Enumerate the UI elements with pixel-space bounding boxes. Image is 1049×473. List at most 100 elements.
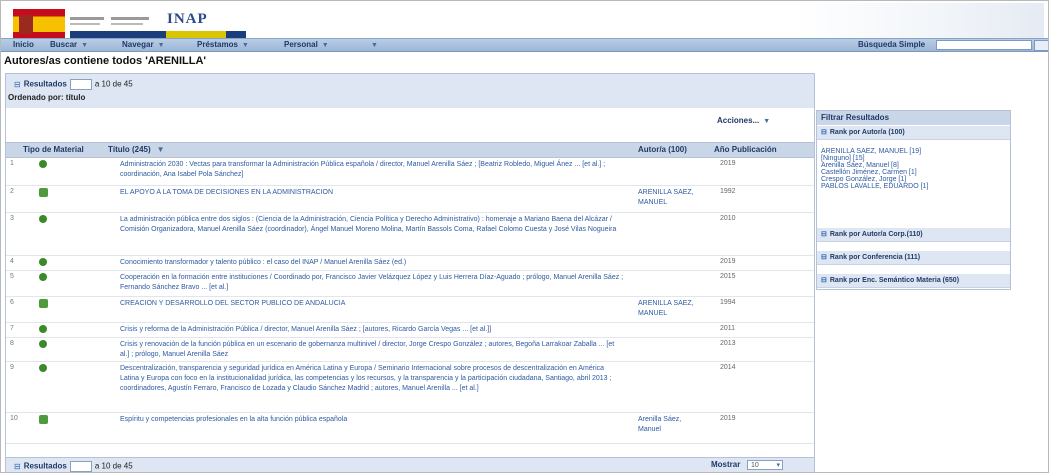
nav-label: Préstamos — [197, 40, 238, 49]
filter-section-corporate-author[interactable]: ⊟ Rank por Autor/a Corp.(110) — [817, 228, 1010, 242]
actions-menu[interactable]: Acciones... ▼ — [717, 115, 770, 125]
nav-item-more[interactable]: ▼ — [367, 39, 378, 51]
column-material[interactable]: Tipo de Material — [23, 143, 84, 157]
table-row[interactable]: 9 Descentralización, transparencia y seg… — [6, 362, 814, 413]
column-title[interactable]: Título (245) ▼ — [108, 143, 165, 157]
spain-flag-icon — [13, 9, 65, 40]
record-year: 2010 — [720, 215, 736, 222]
record-year: 2019 — [720, 160, 736, 167]
filter-section-label: Rank por Conferencia (111) — [829, 254, 921, 261]
record-title-link[interactable]: Espíritu y competencias profesionales en… — [120, 415, 625, 425]
table-row[interactable]: 2 EL APOYO A LA TOMA DE DECISIONES EN LA… — [6, 186, 814, 213]
expand-icon: ⊟ — [821, 254, 827, 261]
page-number-input[interactable] — [69, 461, 92, 472]
book-icon — [39, 364, 47, 372]
chevron-down-icon: ▾ — [776, 462, 780, 469]
nav-label: Buscar — [50, 40, 78, 49]
results-label: Resultados — [23, 79, 67, 89]
search-input[interactable] — [936, 40, 1032, 50]
table-row[interactable]: 7 Crisis y reforma de la Administración … — [6, 323, 814, 338]
facet-link[interactable]: ARENILLA SAEZ, MANUEL [19] — [821, 148, 1006, 155]
show-label: Mostrar — [711, 460, 741, 469]
facet-link[interactable]: Arenilla Sáez, Manuel [8] — [821, 162, 1006, 169]
record-title-link[interactable]: Administración 2030 : Vectas para transf… — [120, 160, 625, 180]
facet-link[interactable]: [Ninguno] [15] — [821, 155, 1006, 162]
row-number: 4 — [10, 258, 14, 265]
chevron-down-icon: ▼ — [157, 42, 165, 49]
record-title-link[interactable]: La administración pública entre dos sigl… — [120, 215, 625, 235]
record-title-link[interactable]: CREACION Y DESARROLLO DEL SECTOR PUBLICO… — [120, 299, 625, 309]
row-number: 5 — [10, 273, 14, 280]
page-number-input[interactable] — [69, 79, 92, 90]
record-title-link[interactable]: Conocimiento transformador y talento púb… — [120, 258, 625, 268]
filter-section-conference[interactable]: ⊟ Rank por Conferencia (111) — [817, 251, 1010, 265]
column-author[interactable]: Autor/a (100) — [638, 143, 687, 157]
window-frame: INAP Inicio Buscar ▼ Navegar ▼ Préstamos ▼ … — [0, 0, 1049, 473]
book-icon — [39, 215, 47, 223]
book-icon — [39, 160, 47, 168]
page-size-value: 10 — [751, 462, 759, 469]
main-nav: Inicio Buscar ▼ Navegar ▼ Préstamos ▼ Perso… — [1, 38, 1048, 52]
column-year[interactable]: Año Publicación — [714, 143, 777, 157]
table-row[interactable]: 3 La administración pública entre dos si… — [6, 213, 814, 256]
book-icon — [39, 273, 47, 281]
facet-link[interactable]: Castellón Jiménez, Carmen [1] — [821, 169, 1006, 176]
nav-item-navegar[interactable]: Navegar ▼ — [122, 39, 165, 51]
header-decoration — [794, 3, 1044, 41]
table-row[interactable]: 4 Conocimiento transformador y talento p… — [6, 256, 814, 271]
filter-panel: Filtrar Resultados ⊟ Rank por Autor/a (10… — [816, 110, 1011, 290]
nav-label: Navegar — [122, 40, 154, 49]
record-year: 2013 — [720, 340, 736, 347]
record-author[interactable]: Arenilla Sáez, Manuel — [638, 415, 700, 435]
printed-icon — [39, 299, 48, 308]
record-author[interactable]: ARENILLA SAEZ, MANUEL — [638, 188, 700, 208]
sort-order-label: Ordenado por: título — [8, 93, 86, 102]
row-number: 8 — [10, 340, 14, 347]
record-title-link[interactable]: Crisis y renovación de la función públic… — [120, 340, 625, 360]
nav-item-buscar[interactable]: Buscar ▼ — [50, 39, 88, 51]
collapse-icon: ⊟ — [821, 129, 827, 136]
table-row[interactable]: 1 Administración 2030 : Vectas para tran… — [6, 158, 814, 186]
filter-section-author[interactable]: ⊟ Rank por Autor/a (100) — [817, 126, 1010, 140]
record-title-link[interactable]: EL APOYO A LA TOMA DE DECISIONES EN LA A… — [120, 188, 625, 198]
record-year: 2019 — [720, 258, 736, 265]
nav-item-personal[interactable]: Personal ▼ — [284, 39, 329, 51]
actions-button[interactable]: Acciones... — [717, 116, 759, 125]
book-icon — [39, 325, 47, 333]
collapse-icon[interactable]: ⊟ — [14, 462, 21, 471]
record-title-link[interactable]: Cooperación en la formación entre instit… — [120, 273, 625, 293]
ministry-text-decoration — [70, 17, 104, 20]
page-size-select[interactable]: 10 ▾ — [747, 460, 783, 470]
filter-section-subject[interactable]: ⊟ Rank por Enc. Semántico Materia (650) — [817, 274, 1010, 288]
results-panel: ⊟ Resultados a 10 de 45 Ordenado por: títu… — [5, 73, 815, 472]
institution-logo[interactable]: INAP — [13, 9, 246, 40]
search-button[interactable] — [1034, 40, 1048, 51]
record-year: 1994 — [720, 299, 736, 306]
nav-item-inicio[interactable]: Inicio — [13, 39, 34, 51]
table-row[interactable]: 5 Cooperación en la formación entre inst… — [6, 271, 814, 297]
row-number: 6 — [10, 299, 14, 306]
nav-label: Personal — [284, 40, 318, 49]
facet-link[interactable]: Crespo González, Jorge [1] — [821, 176, 1006, 183]
table-row[interactable]: 8 Crisis y renovación de la función públ… — [6, 338, 814, 362]
sort-arrow-icon: ▼ — [156, 145, 165, 154]
results-bottom-bar: ⊟ Resultados a 10 de 45 Mostrar 10 ▾ — [6, 457, 814, 472]
row-number: 9 — [10, 364, 14, 371]
row-number: 10 — [10, 415, 18, 422]
table-header: Tipo de Material Título (245) ▼ Autor/a (… — [6, 142, 814, 158]
book-icon — [39, 258, 47, 266]
expand-icon: ⊟ — [821, 231, 827, 238]
record-author[interactable]: ARENILLA SAEZ, MANUEL — [638, 299, 700, 319]
collapse-icon[interactable]: ⊟ — [14, 80, 21, 89]
record-year: 1992 — [720, 188, 736, 195]
nav-item-prestamos[interactable]: Préstamos ▼ — [197, 39, 249, 51]
chevron-down-icon: ▼ — [81, 42, 89, 49]
record-title-link[interactable]: Crisis y reforma de la Administración Pú… — [120, 325, 625, 335]
facet-link[interactable]: PABLOS LAVALLE, EDUARDO [1] — [821, 183, 1006, 190]
record-title-link[interactable]: Descentralización, transparencia y segur… — [120, 364, 625, 394]
app-title: INAP — [167, 11, 208, 27]
author-facet-list: ARENILLA SAEZ, MANUEL [19] [Ninguno] [15… — [821, 148, 1006, 190]
row-number: 1 — [10, 160, 14, 167]
table-row[interactable]: 10 Espíritu y competencias profesionales… — [6, 413, 814, 444]
table-row[interactable]: 6 CREACION Y DESARROLLO DEL SECTOR PUBLI… — [6, 297, 814, 323]
